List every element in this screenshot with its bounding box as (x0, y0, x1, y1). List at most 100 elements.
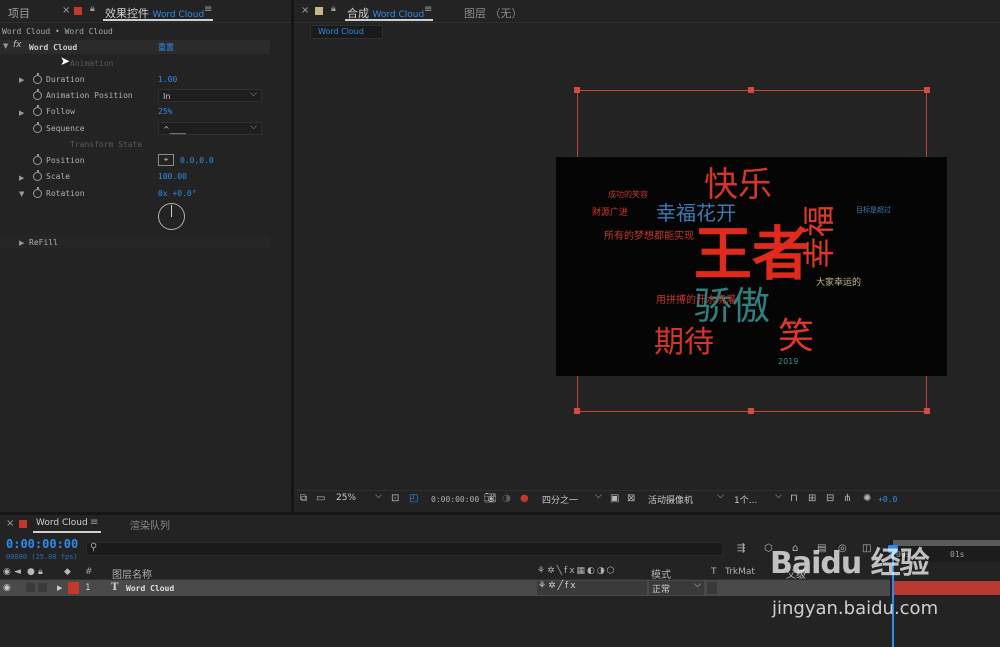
comp-chip[interactable]: Word Cloud (310, 25, 383, 39)
region-of-interest-icon[interactable]: ⊡ (391, 494, 399, 504)
always-preview-icon[interactable]: ⧉ (300, 494, 307, 504)
timeline-current-time[interactable]: 0:00:00:00 (6, 537, 78, 551)
transform-handle[interactable] (574, 408, 580, 414)
views-dropdown[interactable]: 1个... ⌵ (732, 491, 784, 506)
tab-layer[interactable]: 图层 （无） (464, 5, 523, 21)
solo-icon[interactable]: ● (27, 567, 35, 577)
effect-name: Word Cloud (29, 43, 78, 52)
transform-handle[interactable] (574, 87, 580, 93)
crosshair-icon[interactable]: ⌖ (158, 154, 174, 166)
composition-mini-flowchart-icon[interactable]: ⇶ (737, 544, 745, 554)
panel-menu-icon[interactable]: ≡ (424, 4, 432, 15)
close-icon[interactable]: × (6, 518, 14, 529)
camera-dropdown[interactable]: 活动摄像机 ⌵ (646, 491, 726, 506)
viewer-timecode[interactable]: 0:00:00:00 (431, 495, 479, 504)
audio-icon[interactable]: ◄ (14, 567, 21, 577)
fx-icon[interactable]: fx (13, 40, 22, 50)
text-layer-icon: T (111, 582, 119, 593)
stopwatch-icon[interactable] (33, 154, 42, 165)
tab-project[interactable]: 项目 (8, 5, 30, 21)
word-cloud-word: 笑 (778, 316, 815, 357)
camera-snapshot-icon[interactable]: 📷︎ (484, 494, 497, 504)
comp-canvas[interactable]: 王者 幸福 快乐 骄傲 期待 幸福花开 笑 用拼搏的汗水浇灌 所有的梦想都能实现… (556, 157, 947, 376)
lock-icon[interactable]: 🔒︎ (331, 4, 336, 14)
eye-icon[interactable]: ◉ (3, 567, 11, 577)
layer-search-input[interactable]: ⚲ (86, 542, 723, 556)
position-label: Position (46, 156, 85, 165)
panel-menu-icon[interactable]: ≡ (90, 517, 98, 528)
layer-switch-box[interactable] (38, 583, 47, 592)
fast-preview-icon[interactable]: ▣ (610, 494, 619, 504)
exposure-reset-icon[interactable]: ✺ (863, 494, 871, 504)
layer-switches[interactable]: ⚘✲╱fx (537, 581, 647, 595)
column-layer-name[interactable]: 图层名称 (112, 566, 152, 581)
timeline-icon[interactable]: ⊟ (826, 494, 834, 504)
transparency-grid-icon[interactable]: ◰ (409, 494, 418, 504)
label-tag-icon[interactable]: ◆ (64, 567, 71, 577)
color-channels-icon[interactable]: ● (520, 494, 529, 504)
duration-value[interactable]: 1.00 (158, 75, 177, 84)
layer-name[interactable]: Word Cloud (126, 584, 174, 593)
fit-icon[interactable]: ⊞ (808, 494, 816, 504)
rotation-dial[interactable] (158, 203, 185, 230)
close-icon[interactable]: × (62, 5, 70, 16)
layer-expand-icon[interactable]: ▶ (57, 584, 62, 592)
layer-duration-bar[interactable] (894, 581, 1000, 595)
panel-menu-icon[interactable]: ≡ (204, 4, 212, 15)
follow-value[interactable]: 25% (158, 107, 172, 116)
resolution-dropdown[interactable]: 四分之一 ⌵ (540, 491, 604, 506)
close-icon[interactable]: × (301, 5, 309, 16)
rotation-expand-icon[interactable]: ▼ (19, 190, 24, 198)
duration-expand-icon[interactable]: ▶ (19, 76, 24, 84)
refill-expand-icon[interactable]: ▶ (19, 239, 24, 247)
monitor-icon[interactable]: ▭ (316, 494, 325, 504)
mouse-cursor-icon: ➤ (60, 54, 71, 68)
comp-color-swatch (315, 7, 323, 15)
flowchart-icon[interactable]: ⋔ (843, 494, 851, 504)
stopwatch-icon[interactable] (33, 105, 42, 116)
search-icon: ⚲ (90, 542, 98, 553)
transform-handle[interactable] (748, 408, 754, 414)
show-snapshot-icon[interactable]: ◑ (502, 494, 511, 504)
tab-render-queue[interactable]: 渲染队列 (130, 517, 170, 532)
stopwatch-icon[interactable] (33, 73, 42, 84)
layer-mode-dropdown[interactable]: 正常 ⌵ (649, 580, 704, 595)
comp-chip-label: Word Cloud (318, 27, 364, 36)
transform-handle[interactable] (924, 87, 930, 93)
toggle-transparency-icon[interactable]: ⊠ (627, 494, 635, 504)
stopwatch-icon[interactable] (33, 170, 42, 181)
trkmat-box[interactable] (707, 582, 717, 594)
toggle-pixel-aspect-icon[interactable]: ⊓ (790, 494, 798, 504)
scale-expand-icon[interactable]: ▶ (19, 174, 24, 182)
lock-icon[interactable]: 🔒︎ (38, 567, 43, 577)
scale-value[interactable]: 100.00 (158, 172, 187, 181)
active-tab-underline (345, 19, 433, 21)
transform-handle[interactable] (924, 408, 930, 414)
animation-position-dropdown[interactable]: In (158, 88, 262, 102)
stopwatch-icon[interactable] (33, 89, 42, 100)
layer-switch-box[interactable] (26, 583, 35, 592)
timeline-fps: 00000 (25.00 fps) (6, 553, 78, 561)
transform-group-header: Transform State (70, 140, 143, 149)
stopwatch-icon[interactable] (33, 187, 42, 198)
zoom-dropdown[interactable]: 25% ⌵ (334, 491, 384, 506)
transform-handle[interactable] (748, 87, 754, 93)
eye-icon[interactable]: ◉ (3, 583, 11, 593)
position-value[interactable]: 0.0,0.0 (180, 156, 214, 165)
stopwatch-icon[interactable] (33, 122, 42, 133)
lock-icon[interactable]: 🔒︎ (90, 4, 95, 14)
reset-link[interactable]: 重置 (158, 42, 174, 53)
exposure-value[interactable]: +0.0 (878, 495, 897, 504)
layer-mode-value: 正常 (652, 585, 671, 595)
animation-position-label: Animation Position (46, 91, 133, 100)
rotation-value[interactable]: 0x +0.0° (158, 189, 197, 198)
expand-triangle-icon[interactable]: ▼ (3, 42, 8, 50)
tab-timeline-word-cloud[interactable]: Word Cloud (36, 518, 88, 528)
active-tab-underline (103, 19, 213, 21)
layer-index: 1 (85, 583, 91, 593)
sequence-dropdown[interactable]: ^____ (158, 121, 262, 135)
follow-expand-icon[interactable]: ▶ (19, 109, 24, 117)
scale-label: Scale (46, 172, 71, 181)
layer-label-color[interactable] (68, 582, 79, 594)
word-cloud-word: 2019 (778, 357, 799, 366)
